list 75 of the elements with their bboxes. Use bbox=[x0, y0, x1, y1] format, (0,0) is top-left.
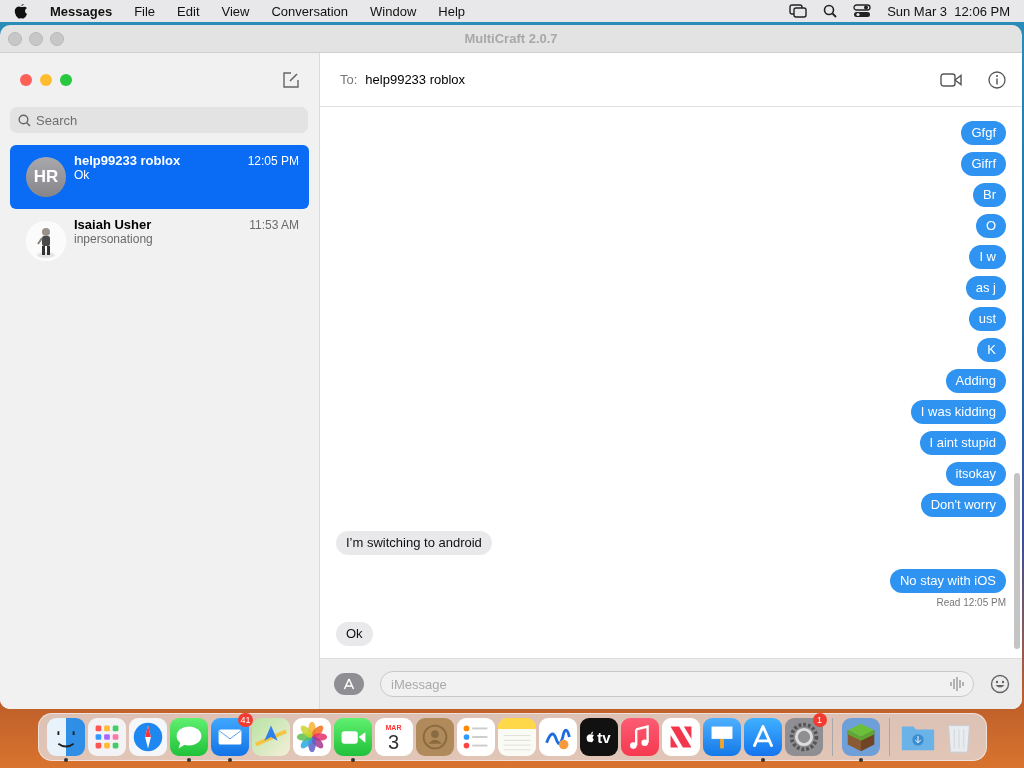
message-bubble: ust bbox=[968, 307, 1006, 331]
envelope-icon[interactable] bbox=[210, 718, 249, 756]
toggles-icon[interactable] bbox=[853, 4, 872, 18]
apps-button[interactable] bbox=[334, 673, 364, 695]
message-preview: inpersonationg bbox=[74, 232, 154, 246]
smiling-face-icon[interactable] bbox=[46, 718, 85, 756]
map-icon[interactable] bbox=[251, 718, 290, 756]
message-bubble: O bbox=[975, 214, 1006, 238]
read-receipt: Read 12:05 PM bbox=[936, 597, 1006, 608]
apple-logo-icon bbox=[586, 731, 597, 743]
tv-icon[interactable]: tv bbox=[579, 718, 618, 756]
message-bubble: I’m switching to android bbox=[336, 531, 492, 555]
message-bubble: itsokay bbox=[945, 462, 1006, 486]
avatar: HR bbox=[26, 157, 66, 197]
window-title: MultiCraft 2.0.7 bbox=[464, 31, 558, 46]
windows-icon[interactable] bbox=[789, 4, 808, 18]
video-camera-icon[interactable] bbox=[940, 72, 962, 87]
timestamp: 11:53 AM bbox=[249, 217, 299, 234]
audio-waveform-icon[interactable] bbox=[949, 677, 965, 691]
compass-icon[interactable] bbox=[128, 718, 167, 756]
conversation-item[interactable]: Isaiah Usher inpersonationg 11:53 AM bbox=[10, 209, 309, 273]
app-store-icon[interactable] bbox=[743, 718, 782, 756]
message-bubble: I aint stupid bbox=[919, 431, 1006, 455]
conversation-item[interactable]: HR help99233 roblox Ok 12:05 PM bbox=[10, 145, 309, 209]
menu-item[interactable]: Help bbox=[438, 3, 466, 19]
message-bubble: as j bbox=[965, 276, 1006, 300]
tv-label: tv bbox=[597, 728, 611, 746]
search-field[interactable]: Search bbox=[10, 107, 308, 133]
close-button[interactable] bbox=[20, 74, 32, 86]
scrollbar[interactable] bbox=[1014, 473, 1020, 649]
menu-item[interactable]: Messages bbox=[50, 3, 113, 19]
message-bubble: Gfgf bbox=[961, 121, 1006, 145]
contact-name: help99233 roblox bbox=[74, 153, 182, 168]
flower-icon[interactable] bbox=[292, 718, 331, 756]
notification-badge: 1 bbox=[812, 713, 827, 727]
compose-icon[interactable] bbox=[282, 71, 300, 89]
gear-icon[interactable] bbox=[784, 718, 823, 756]
apple-logo-icon[interactable] bbox=[14, 3, 28, 19]
menu-item[interactable]: Window bbox=[370, 3, 417, 19]
zoom-button[interactable] bbox=[60, 74, 72, 86]
message-preview: Ok bbox=[74, 168, 91, 182]
menu-item[interactable]: Conversation bbox=[271, 3, 349, 19]
timestamp: 12:05 PM bbox=[247, 153, 299, 170]
message-bubble: No stay with iOS bbox=[889, 569, 1006, 593]
news-icon[interactable] bbox=[661, 718, 700, 756]
emoji-icon[interactable] bbox=[990, 674, 1010, 694]
grass-block-icon[interactable] bbox=[841, 718, 880, 756]
message-field[interactable]: iMessage bbox=[380, 671, 974, 697]
message-bubble: Gifrf bbox=[961, 152, 1006, 176]
music-note-icon[interactable] bbox=[620, 718, 659, 756]
message-bubble: Br bbox=[973, 183, 1006, 207]
address-book-icon[interactable] bbox=[415, 718, 454, 756]
contact-name: Isaiah Usher bbox=[74, 217, 153, 232]
message-bubble: I w bbox=[969, 245, 1006, 269]
message-bubble: K bbox=[977, 338, 1006, 362]
menu-clock[interactable]: Sun Mar 3 12:06 PM bbox=[887, 3, 1010, 19]
notification-badge: 41 bbox=[238, 713, 253, 727]
app-store-icon bbox=[343, 678, 355, 690]
to-label: To: bbox=[340, 72, 358, 87]
info-icon[interactable] bbox=[988, 70, 1006, 89]
message-bubble: Don't worry bbox=[920, 493, 1006, 517]
checklist-icon[interactable] bbox=[456, 718, 495, 756]
speech-bubble-icon[interactable] bbox=[169, 718, 208, 756]
menu-item[interactable]: View bbox=[221, 3, 250, 19]
search-icon bbox=[18, 114, 31, 127]
calendar-day: 3 bbox=[387, 731, 400, 753]
menu-item[interactable]: File bbox=[134, 3, 156, 19]
recipient-name[interactable]: help99233 roblox bbox=[365, 72, 466, 87]
search-icon[interactable] bbox=[823, 4, 838, 18]
message-bubble: Ok bbox=[336, 622, 373, 646]
message-bubble: I was kidding bbox=[910, 400, 1006, 424]
podium-icon[interactable] bbox=[702, 718, 741, 756]
message-bubble: Adding bbox=[945, 369, 1006, 393]
squiggle-icon[interactable] bbox=[538, 718, 577, 756]
menu-item[interactable]: Edit bbox=[177, 3, 200, 19]
